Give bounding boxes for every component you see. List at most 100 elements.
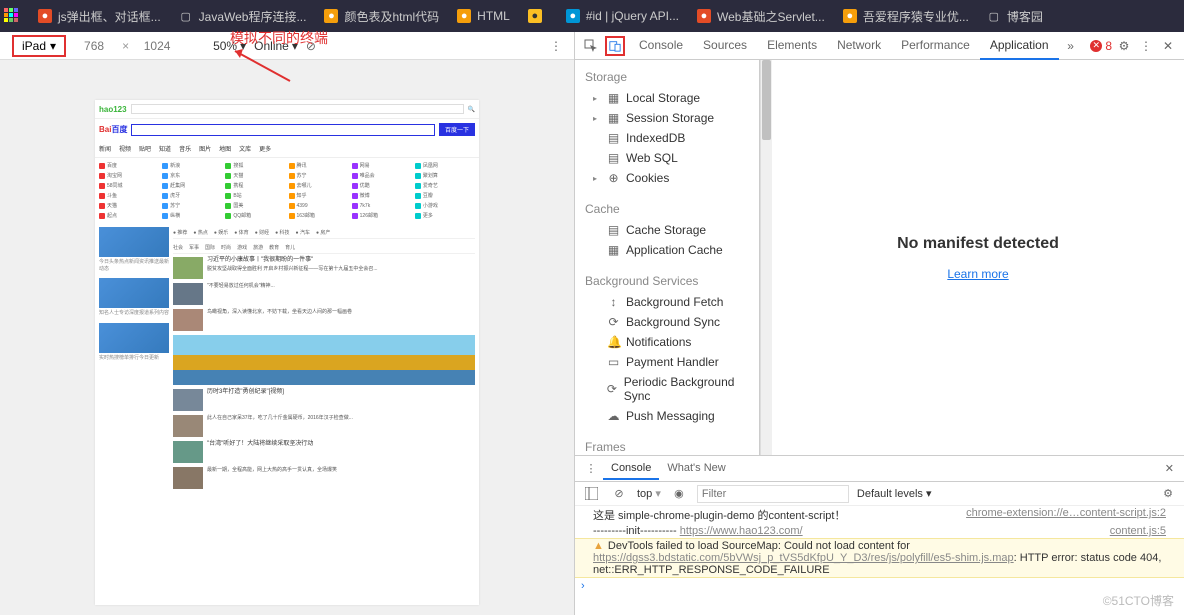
device-toggle-icon[interactable]	[605, 36, 625, 56]
category-tab[interactable]: 旅游	[253, 244, 263, 251]
app-sidebar-item[interactable]: ☁Push Messaging	[575, 406, 759, 426]
nav-link[interactable]: 文库	[239, 144, 251, 153]
console-settings-icon[interactable]: ⚙	[1160, 486, 1176, 502]
site-link[interactable]: 搜狐	[225, 162, 285, 169]
side-card[interactable]: 知名人士专访深度报道系列内容	[99, 278, 169, 319]
site-link[interactable]: QQ邮箱	[225, 212, 285, 219]
source-link[interactable]: content.js:5	[1110, 525, 1166, 537]
category-tab[interactable]: ● 体育	[234, 229, 248, 236]
article-item[interactable]: 习近平的小康故事丨"我很期盼的一件事"脱贫攻坚战取得全面胜利 开启乡村振兴新征程…	[173, 257, 475, 279]
category-tab[interactable]: ● 科技	[275, 229, 289, 236]
browser-tab[interactable]: ●#id | jQuery API...	[558, 2, 687, 30]
app-sidebar-item[interactable]: ▦Application Cache	[575, 240, 759, 260]
app-sidebar-item[interactable]: ▤IndexedDB	[575, 128, 759, 148]
category-tab[interactable]: ● 热点	[193, 229, 207, 236]
site-link[interactable]: 优酷	[352, 182, 412, 189]
more-tabs-icon[interactable]: »	[1063, 38, 1079, 54]
error-indicator[interactable]: ✕8	[1090, 39, 1112, 53]
category-tab[interactable]: ● 娱乐	[214, 229, 228, 236]
site-link[interactable]: 京东	[162, 172, 222, 179]
inline-link[interactable]: https://dgss3.bdstatic.com/5bVWsj_p_tVS5…	[593, 552, 1014, 564]
devtools-tab-network[interactable]: Network	[827, 32, 891, 60]
app-sidebar-item[interactable]: 🔔Notifications	[575, 332, 759, 352]
site-link[interactable]: 163邮箱	[289, 212, 349, 219]
site-link[interactable]: 凤凰网	[415, 162, 475, 169]
menu-icon[interactable]: ⋮	[1138, 38, 1154, 54]
browser-tab[interactable]: ●吾爱程序猿专业优...	[835, 2, 977, 30]
article-item[interactable]: 最新一期，全程高能，网上大热的高手一贯认真，全场爆笑	[173, 467, 475, 489]
site-link[interactable]: 豆瓣	[415, 192, 475, 199]
site-link[interactable]: 赶集网	[162, 182, 222, 189]
apps-grid-icon[interactable]	[4, 8, 20, 24]
baidu-search-input[interactable]	[131, 124, 435, 136]
category-tab[interactable]: 军事	[189, 244, 199, 251]
devtools-tab-application[interactable]: Application	[980, 32, 1059, 60]
app-sidebar-item[interactable]: ⟳Background Sync	[575, 312, 759, 332]
nav-link[interactable]: 新闻	[99, 144, 111, 153]
app-sidebar-item[interactable]: ▸▦Local Storage	[575, 88, 759, 108]
app-sidebar-item[interactable]: ▤Cache Storage	[575, 220, 759, 240]
category-tab[interactable]: ● 推荐	[173, 229, 187, 236]
drawer-tab[interactable]: What's New	[659, 458, 733, 480]
site-link[interactable]: 126邮箱	[352, 212, 412, 219]
browser-tab[interactable]: ●HTML	[449, 2, 518, 30]
app-sidebar-item[interactable]: ▭Payment Handler	[575, 352, 759, 372]
height-input[interactable]	[137, 39, 177, 53]
site-link[interactable]: 起点	[99, 212, 159, 219]
more-options-icon[interactable]: ⋮	[550, 39, 562, 53]
site-link[interactable]: 天猫	[225, 172, 285, 179]
sidebar-scrollbar[interactable]	[760, 60, 772, 455]
devtools-tab-console[interactable]: Console	[629, 32, 693, 60]
site-link[interactable]: 更多	[415, 212, 475, 219]
site-link[interactable]: 国美	[225, 202, 285, 209]
nav-link[interactable]: 贴吧	[139, 144, 151, 153]
browser-tab[interactable]: ●js弹出框、对话框...	[30, 2, 169, 30]
side-card[interactable]: 实时热搜榜单排行今日更新	[99, 323, 169, 364]
browser-tab[interactable]: ▢博客园	[979, 2, 1051, 30]
site-link[interactable]: 58同城	[99, 182, 159, 189]
category-tab[interactable]: 时尚	[221, 244, 231, 251]
eye-icon[interactable]: ◉	[671, 486, 687, 502]
site-link[interactable]: 唯品会	[352, 172, 412, 179]
site-link[interactable]: 天猫	[99, 202, 159, 209]
devtools-tab-sources[interactable]: Sources	[693, 32, 757, 60]
category-tab[interactable]: ● 财经	[255, 229, 269, 236]
console-filter-input[interactable]	[697, 485, 849, 503]
category-tab[interactable]: 游戏	[237, 244, 247, 251]
top-search[interactable]	[131, 104, 464, 114]
app-sidebar-item[interactable]: ⟳Periodic Background Sync	[575, 372, 759, 406]
app-sidebar-item[interactable]: ▸▦Session Storage	[575, 108, 759, 128]
site-link[interactable]: 新浪	[162, 162, 222, 169]
drawer-tab[interactable]: Console	[603, 458, 659, 480]
site-link[interactable]: 腾讯	[289, 162, 349, 169]
nav-link[interactable]: 地图	[219, 144, 231, 153]
site-link[interactable]: 4399	[289, 202, 349, 209]
article-item[interactable]: 鸟瞰视角，深入读懂北京，不妨下载，坐看天边人间的那一幅画卷	[173, 309, 475, 331]
site-link[interactable]: 斗鱼	[99, 192, 159, 199]
category-tab[interactable]: 社会	[173, 244, 183, 251]
source-link[interactable]: chrome-extension://e…content-script.js:2	[966, 507, 1166, 523]
site-link[interactable]: 苏宁	[289, 172, 349, 179]
site-link[interactable]: 知乎	[289, 192, 349, 199]
nav-link[interactable]: 知道	[159, 144, 171, 153]
site-link[interactable]: 网易	[352, 162, 412, 169]
article-item[interactable]: 此人在自己家呆37年，吃了几十斤金属硬币，2016年汉子检查做...	[173, 415, 475, 437]
device-select[interactable]: iPad▾	[12, 35, 66, 57]
nav-link[interactable]: 音乐	[179, 144, 191, 153]
drawer-menu-icon[interactable]: ⋮	[583, 461, 599, 477]
site-link[interactable]: 百度	[99, 162, 159, 169]
zoom-select[interactable]: 50%▾	[213, 39, 246, 53]
site-link[interactable]: 去哪儿	[289, 182, 349, 189]
site-link[interactable]: 7k7k	[352, 202, 412, 209]
browser-tab[interactable]: ●Web基础之Servlet...	[689, 2, 833, 30]
article-item[interactable]: 历时3年打造"勇创纪录"[视频]	[173, 389, 475, 411]
network-select[interactable]: Online▾	[254, 39, 298, 53]
app-sidebar-item[interactable]: ▤Web SQL	[575, 148, 759, 168]
site-link[interactable]: 携程	[225, 182, 285, 189]
clear-console-icon[interactable]: ⊘	[611, 486, 627, 502]
log-levels-select[interactable]: Default levels ▾	[857, 487, 932, 500]
width-input[interactable]	[74, 39, 114, 53]
article-item[interactable]: "台湾"听好了！大陆将继续采取坚决行动	[173, 441, 475, 463]
site-link[interactable]: B站	[225, 192, 285, 199]
site-link[interactable]: 纵横	[162, 212, 222, 219]
